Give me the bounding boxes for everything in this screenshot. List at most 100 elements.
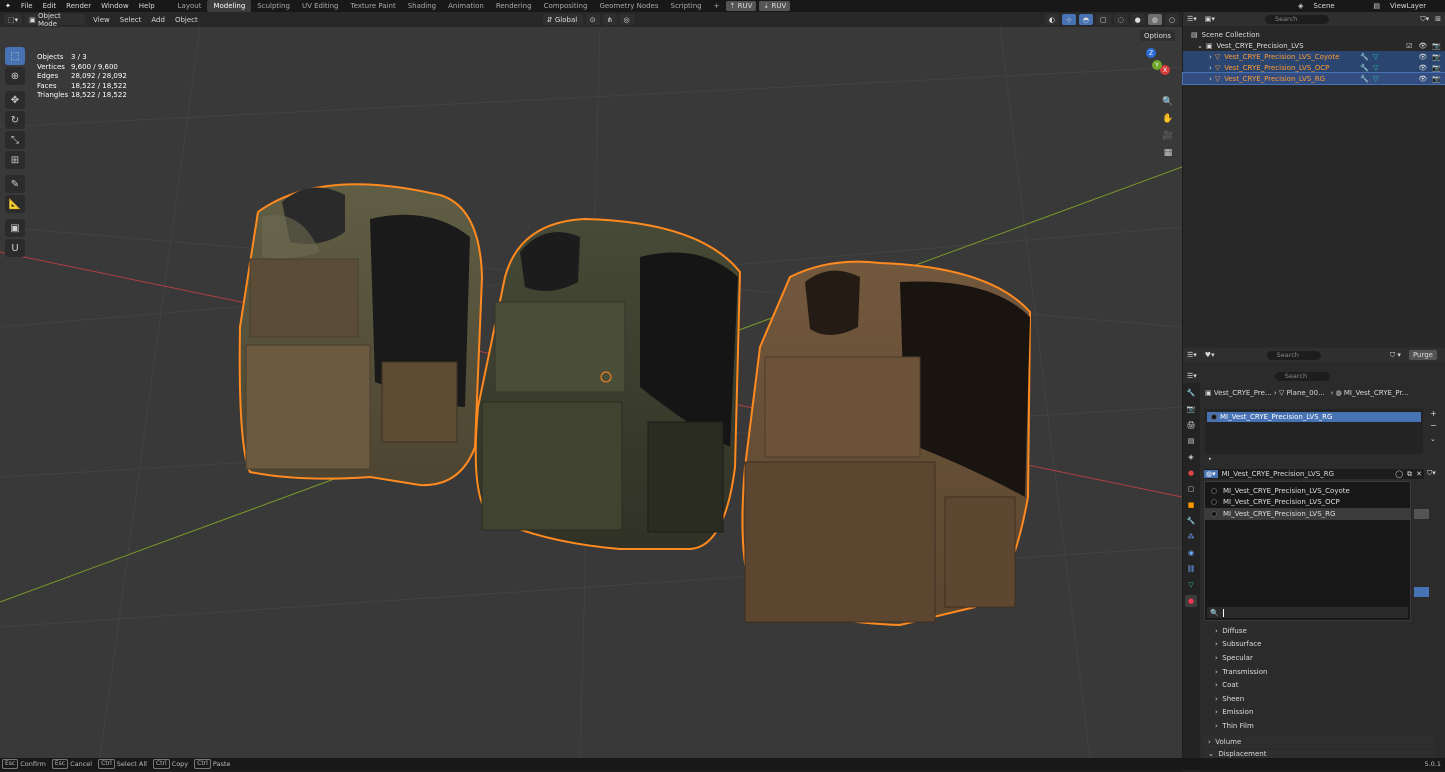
transform-icon[interactable]: ⊞: [5, 151, 25, 169]
tab-modeling[interactable]: Modeling: [207, 0, 252, 12]
properties-editor-icon[interactable]: ☰▾: [1187, 372, 1197, 380]
section-specular[interactable]: › Specular: [1205, 651, 1435, 665]
panel-volume[interactable]: › Volume: [1203, 735, 1435, 748]
material-selector[interactable]: ◍▾ MI_Vest_CRYE_Precision_LVS_RG ◯ ⧉ ✕: [1204, 469, 1424, 479]
blender-logo-icon[interactable]: ✦: [0, 0, 16, 12]
render-tab-icon[interactable]: 📷: [1185, 403, 1197, 415]
material-slot-list[interactable]: MI_Vest_CRYE_Precision_LVS_RG: [1205, 409, 1423, 454]
scene-icon[interactable]: ◈: [1293, 0, 1308, 12]
outliner-object-row[interactable]: › ▽ Vest_CRYE_Precision_LVS_Coyote 🔧 ▽ 👁…: [1183, 51, 1445, 62]
tab-layout[interactable]: Layout: [172, 0, 208, 12]
ruv-button-1[interactable]: ⇡ RUV: [725, 1, 757, 11]
expand-icon[interactable]: ⌄: [1197, 42, 1203, 50]
modifier-icon[interactable]: 🔧: [1360, 53, 1369, 61]
uv-tool-icon[interactable]: U: [5, 239, 25, 257]
outliner-object-row[interactable]: › ▽ Vest_CRYE_Precision_LVS_OCP 🔧 ▽ 👁 📷: [1183, 62, 1445, 73]
scene-tab-icon[interactable]: ◈: [1185, 451, 1197, 463]
outliner-editor-icon[interactable]: ☰▾: [1187, 15, 1197, 23]
menu-help[interactable]: Help: [134, 0, 160, 12]
zoom-icon[interactable]: 🔍: [1161, 95, 1175, 109]
camera-icon[interactable]: 📷: [1432, 42, 1441, 50]
menu-edit[interactable]: Edit: [38, 0, 62, 12]
tool-tab-icon[interactable]: 🔧: [1185, 387, 1197, 399]
particles-tab-icon[interactable]: ⁂: [1185, 531, 1197, 543]
properties-search-input[interactable]: Search: [1274, 371, 1330, 381]
transform-orientation[interactable]: ⇵ Global: [542, 14, 583, 25]
snap-icon[interactable]: ⋔: [602, 14, 617, 25]
menu-render[interactable]: Render: [61, 0, 96, 12]
scale-icon[interactable]: ⤡: [5, 131, 25, 149]
section-diffuse[interactable]: › Diffuse: [1205, 624, 1435, 638]
slot-menu-icon[interactable]: ⌄: [1430, 435, 1436, 443]
menu-file[interactable]: File: [16, 0, 38, 12]
blend-file-icon[interactable]: ♥▾: [1205, 351, 1215, 359]
eye-icon[interactable]: 👁: [1418, 42, 1427, 50]
mesh-data-icon[interactable]: ▽: [1373, 53, 1378, 61]
browse-filter-icon[interactable]: ⛉▾: [1427, 469, 1436, 478]
world-tab-icon[interactable]: ●: [1185, 467, 1197, 479]
tab-compositing[interactable]: Compositing: [538, 0, 594, 12]
material-browse-icon[interactable]: ◍▾: [1204, 470, 1218, 478]
3d-viewport[interactable]: ⬚ ⊕ ✥ ↻ ⤡ ⊞ ✎ 📐 ▣ U Objects 3 / 3 Vertice…: [0, 27, 1182, 758]
tab-shading[interactable]: Shading: [402, 0, 442, 12]
measure-icon[interactable]: 📐: [5, 195, 25, 213]
camera-icon[interactable]: 📷: [1432, 75, 1441, 83]
expand-icon[interactable]: ›: [1209, 53, 1212, 61]
data-tab-icon[interactable]: ▽: [1185, 579, 1197, 591]
section-transmission[interactable]: › Transmission: [1205, 665, 1435, 679]
section-subsurface[interactable]: › Subsurface: [1205, 638, 1435, 652]
eye-icon[interactable]: 👁: [1418, 53, 1427, 61]
scene-collection-row[interactable]: ▤ Scene Collection: [1183, 29, 1445, 40]
output-tab-icon[interactable]: 🖨: [1185, 419, 1197, 431]
constraints-tab-icon[interactable]: ⛓: [1185, 563, 1197, 575]
hidden-field[interactable]: [1414, 587, 1429, 597]
tab-geometry-nodes[interactable]: Geometry Nodes: [593, 0, 664, 12]
physics-tab-icon[interactable]: ◉: [1185, 547, 1197, 559]
section-thin-film[interactable]: › Thin Film: [1205, 719, 1435, 733]
visibility-icon[interactable]: ◐: [1044, 14, 1059, 25]
editor-type-icon[interactable]: ☰▾: [1187, 351, 1197, 359]
tab-rendering[interactable]: Rendering: [490, 0, 538, 12]
xray-icon[interactable]: ▢: [1095, 14, 1111, 25]
mesh-data-icon[interactable]: ▽: [1373, 75, 1378, 83]
tab-uv-editing[interactable]: UV Editing: [296, 0, 345, 12]
pan-hand-icon[interactable]: ✋: [1161, 112, 1175, 126]
editor-type-icon[interactable]: ⬚▾: [4, 14, 23, 25]
eye-icon[interactable]: 👁: [1418, 64, 1427, 72]
ruv-button-2[interactable]: ⇣ RUV: [759, 1, 791, 11]
filter-icon[interactable]: ⛉▾: [1420, 15, 1429, 24]
modifier-icon[interactable]: 🔧: [1360, 64, 1369, 72]
unlink-icon[interactable]: ✕: [1416, 470, 1422, 478]
vest-ocp[interactable]: [238, 183, 484, 487]
dropdown-item[interactable]: MI_Vest_CRYE_Precision_LVS_Coyote: [1205, 485, 1410, 497]
menu-add[interactable]: Add: [146, 14, 170, 26]
list-expand-icon[interactable]: ▸: [1209, 456, 1212, 462]
dropdown-item[interactable]: MI_Vest_CRYE_Precision_LVS_OCP: [1205, 497, 1410, 509]
camera-view-icon[interactable]: 🎥: [1161, 129, 1175, 143]
material-tab-icon[interactable]: ●: [1185, 595, 1197, 607]
menu-select[interactable]: Select: [115, 14, 147, 26]
fake-user-icon[interactable]: ◯: [1395, 470, 1403, 478]
expand-icon[interactable]: ›: [1209, 75, 1212, 83]
checkbox-icon[interactable]: ☑: [1406, 42, 1412, 50]
rotate-icon[interactable]: ↻: [5, 111, 25, 129]
tab-texture-paint[interactable]: Texture Paint: [345, 0, 402, 12]
view-layer-tab-icon[interactable]: ▤: [1185, 435, 1197, 447]
eye-icon[interactable]: 👁: [1418, 75, 1427, 83]
purge-button[interactable]: Purge: [1408, 350, 1437, 360]
filter-icon[interactable]: ⛉ ▾: [1390, 351, 1401, 360]
new-collection-icon[interactable]: ⊞: [1435, 15, 1441, 23]
shading-solid-icon[interactable]: ●: [1130, 14, 1145, 25]
view-layer-icon[interactable]: ▤: [1368, 0, 1385, 12]
viewport-scene[interactable]: [0, 27, 1182, 758]
expand-icon[interactable]: ›: [1209, 64, 1212, 72]
vest-ranger-green[interactable]: [474, 217, 742, 550]
slot-add-icon[interactable]: +: [1430, 409, 1437, 418]
section-emission[interactable]: › Emission: [1205, 706, 1435, 720]
gizmo-toggle-icon[interactable]: ⊹: [1061, 14, 1076, 25]
slot-remove-icon[interactable]: −: [1430, 421, 1437, 430]
select-box-icon[interactable]: ⬚: [5, 47, 25, 65]
dropdown-item[interactable]: MI_Vest_CRYE_Precision_LVS_RG: [1205, 508, 1410, 520]
camera-icon[interactable]: 📷: [1432, 53, 1441, 61]
outliner-search-input[interactable]: Search: [1264, 14, 1329, 24]
